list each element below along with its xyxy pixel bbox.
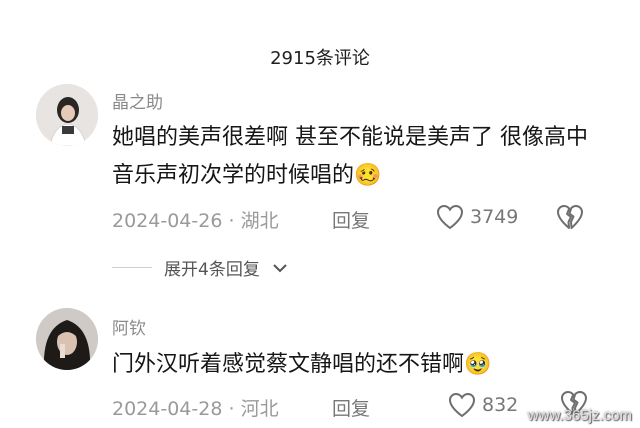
- like-count: 832: [482, 394, 519, 416]
- comment-text: 门外汉听着感觉蔡文静唱的还不错啊🥹: [112, 346, 602, 384]
- comment-date: 2024-04-26: [112, 210, 223, 232]
- like-count: 3749: [470, 206, 519, 228]
- emoji-teary-icon: 🥹: [464, 352, 492, 377]
- comment-body: 门外汉听着感觉蔡文静唱的还不错啊: [112, 352, 465, 377]
- meta-separator: ·: [228, 210, 235, 232]
- username[interactable]: 晶之助: [112, 88, 163, 113]
- chevron-down-icon: [273, 263, 287, 272]
- comment-meta: 2024-04-28 · 河北: [112, 394, 279, 421]
- watermark: www.365jz.com: [527, 407, 632, 424]
- heart-icon: [448, 392, 476, 418]
- like-button[interactable]: 3749: [436, 204, 518, 230]
- expand-replies-button[interactable]: 展开4条回复: [112, 255, 288, 280]
- comment-location: 河北: [240, 398, 279, 420]
- comment-location: 湖北: [240, 210, 279, 232]
- avatar[interactable]: [36, 84, 98, 146]
- expand-replies-label: 展开4条回复: [164, 260, 260, 280]
- comment-body: 她唱的美声很差啊 甚至不能说是美声了 很像高中音乐声初次学的时候唱的: [112, 125, 588, 188]
- expand-divider: [112, 267, 152, 268]
- reply-button[interactable]: 回复: [332, 394, 370, 421]
- emoji-woozy-icon: 🥴: [354, 163, 382, 188]
- comment-date: 2024-04-28: [112, 398, 223, 420]
- heart-icon: [436, 204, 464, 230]
- username[interactable]: 阿钦: [112, 314, 146, 339]
- dislike-button[interactable]: [556, 204, 584, 234]
- comment-count-title: 2915条评论: [270, 48, 370, 69]
- broken-heart-icon: [557, 205, 583, 229]
- reply-button[interactable]: 回复: [332, 206, 370, 233]
- avatar[interactable]: [36, 308, 98, 370]
- meta-separator: ·: [228, 398, 235, 420]
- comment-meta: 2024-04-26 · 湖北: [112, 206, 279, 233]
- like-button[interactable]: 832: [448, 392, 518, 418]
- comment-text: 她唱的美声很差啊 甚至不能说是美声了 很像高中音乐声初次学的时候唱的🥴: [112, 119, 602, 195]
